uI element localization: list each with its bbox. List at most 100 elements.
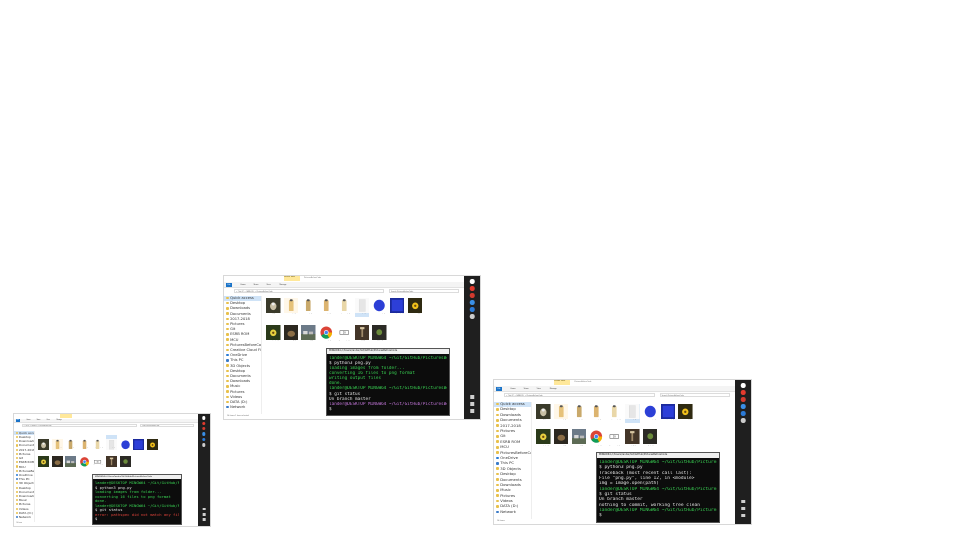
file-thumbnail[interactable]: blue-square.png <box>660 404 676 423</box>
taskbar-app-icon[interactable] <box>469 307 475 312</box>
ribbon-tab-share[interactable]: Share <box>35 419 41 422</box>
ribbon-tab-view[interactable]: View <box>535 387 542 391</box>
taskbar-app-icon[interactable] <box>740 390 746 395</box>
file-thumbnail[interactable]: lamp.jpg <box>354 325 369 344</box>
taskbar-app-icon[interactable] <box>202 427 206 431</box>
ribbon-tab-view[interactable]: View <box>45 419 50 422</box>
file-thumbnail[interactable]: sign.png <box>642 429 658 448</box>
ribbon-tab-file[interactable]: File <box>226 283 232 287</box>
file-thumbnail[interactable]: blank.png <box>354 298 369 317</box>
file-thumbnail[interactable]: blank.png <box>624 404 640 424</box>
taskbar-app-icon[interactable] <box>202 421 206 426</box>
taskbar-app-icon[interactable] <box>469 293 475 298</box>
file-thumbnail[interactable]: IO greenbox.png <box>336 325 352 344</box>
taskbar-tray-icon[interactable] <box>741 499 745 504</box>
file-thumbnail[interactable]: builder.png <box>589 404 604 423</box>
search-input[interactable]: Search PicturesBeforeCode <box>140 423 194 428</box>
file-thumbnail[interactable]: bear.png <box>65 435 77 450</box>
terminal-window[interactable]: MINGW64:/c/Users/lander/Git/GitHub/Pictu… <box>596 452 720 523</box>
file-thumbnail[interactable]: blue-circle.png <box>119 435 131 450</box>
search-input[interactable]: Search PicturesBeforeCode <box>659 393 730 398</box>
ribbon-tab-manage[interactable]: Manage <box>55 419 63 422</box>
picture-tools-tab[interactable]: Picture Tools <box>284 276 300 281</box>
file-thumbnail[interactable]: lamp.jpg <box>624 429 640 448</box>
ribbon-tab-file[interactable]: File <box>15 419 21 423</box>
file-thumbnail[interactable]: lamp.jpg <box>105 452 118 467</box>
taskbar-app-icon[interactable] <box>202 432 206 436</box>
taskbar-tray-icon[interactable] <box>470 409 474 413</box>
ribbon-tab-home[interactable]: Home <box>509 387 517 391</box>
file-thumbnail[interactable]: fakepicture.png <box>92 435 104 450</box>
taskbar-app-icon[interactable] <box>469 279 475 284</box>
file-thumbnail[interactable]: houses.jpg <box>65 452 77 467</box>
file-thumbnail[interactable]: IO greenbox.png <box>607 429 622 448</box>
file-thumbnail[interactable]: Batman.png <box>283 298 299 317</box>
nav-item[interactable]: Network <box>224 405 261 410</box>
file-thumbnail[interactable]: houses.jpg <box>571 429 587 448</box>
file-thumbnail[interactable]: Batman.png <box>553 404 569 423</box>
taskbar-tray-icon[interactable] <box>202 512 206 516</box>
ribbon-tab-home[interactable]: Home <box>25 419 31 422</box>
ribbon-tab-home[interactable]: Home <box>239 283 247 287</box>
file-thumbnail[interactable]: flowerpic.png <box>266 325 281 344</box>
file-thumbnail[interactable]: blank.png <box>105 435 118 450</box>
taskbar-app-icon[interactable] <box>740 397 746 402</box>
file-thumbnail[interactable]: 1.jpg <box>38 435 50 450</box>
ribbon-tab-file[interactable]: File <box>496 387 502 392</box>
terminal-window[interactable]: MINGW64:/c/Users/lander/Git/GitHub/Pictu… <box>326 348 450 416</box>
taskbar-tray-icon[interactable] <box>741 506 745 511</box>
taskbar-tray-icon[interactable] <box>202 507 206 511</box>
file-thumbnail[interactable]: blue-circle.png <box>642 404 658 423</box>
taskbar-tray-icon[interactable] <box>202 518 206 522</box>
file-thumbnail[interactable]: Hamster.jpg <box>553 429 569 448</box>
ribbon-tab-manage[interactable]: Manage <box>278 283 288 287</box>
nav-item[interactable]: Network <box>494 510 531 515</box>
file-thumbnail[interactable]: 1.jpg <box>536 404 551 423</box>
taskbar-app-icon[interactable] <box>202 437 206 442</box>
file-thumbnail[interactable]: flowerpic.png <box>536 429 551 448</box>
taskbar-app-icon[interactable] <box>469 314 475 319</box>
file-thumbnail[interactable]: Hamster.jpg <box>51 452 63 467</box>
address-bar[interactable]: > This PC > DATA (D:) > PicturesBeforeCo… <box>504 393 655 398</box>
taskbar-tray-icon[interactable] <box>470 402 474 406</box>
file-thumbnail[interactable]: Hamster.jpg <box>283 325 299 344</box>
taskbar-app-icon[interactable] <box>202 443 206 447</box>
picture-tools-tab[interactable]: Picture Tools <box>59 414 73 418</box>
file-thumbnail[interactable]: builder.png <box>78 435 90 450</box>
file-thumbnail[interactable]: flower-sun.jpg <box>407 298 423 317</box>
file-thumbnail[interactable]: 1.jpg <box>266 298 281 317</box>
file-thumbnail[interactable]: Batman.png <box>51 435 63 450</box>
ribbon-tab-share[interactable]: Share <box>522 387 530 391</box>
taskbar-app-icon[interactable] <box>740 383 746 388</box>
taskbar-app-icon[interactable] <box>740 418 746 423</box>
file-thumbnail[interactable]: houses.jpg <box>301 325 316 344</box>
address-bar[interactable]: > This PC > DATA (D:) > PicturesBeforeCo… <box>234 289 384 293</box>
file-thumbnail[interactable]: flowerpic.png <box>38 452 50 467</box>
picture-tools-tab[interactable]: Picture Tools <box>554 380 571 386</box>
file-thumbnail[interactable]: fakepicture.png <box>336 298 352 317</box>
file-thumbnail[interactable]: chrome.png <box>589 429 604 448</box>
file-thumbnail[interactable]: flower-sun.jpg <box>146 435 158 450</box>
taskbar-app-icon[interactable] <box>469 286 475 291</box>
file-thumbnail[interactable]: bear.png <box>301 298 316 317</box>
terminal-window[interactable]: MINGW64:/c/Users/lander/Git/GitHub/Pictu… <box>92 474 182 525</box>
file-thumbnail[interactable]: flower-sun.jpg <box>678 404 693 423</box>
search-input[interactable]: Search PicturesBeforeCode <box>389 289 459 293</box>
file-thumbnail[interactable]: chrome.png <box>319 325 334 344</box>
file-thumbnail[interactable]: blue-square.png <box>133 435 145 450</box>
taskbar-tray-icon[interactable] <box>470 395 474 399</box>
taskbar-app-icon[interactable] <box>740 404 746 409</box>
file-thumbnail[interactable]: fakepicture.png <box>607 404 622 423</box>
nav-item[interactable]: Network <box>14 515 34 519</box>
taskbar-app-icon[interactable] <box>469 300 475 305</box>
file-thumbnail[interactable]: blue-circle.png <box>372 298 387 317</box>
file-thumbnail[interactable]: builder.png <box>319 298 334 317</box>
file-thumbnail[interactable]: blue-square.png <box>389 298 405 317</box>
file-thumbnail[interactable]: sign.png <box>372 325 387 344</box>
ribbon-tab-manage[interactable]: Manage <box>548 387 558 391</box>
ribbon-tab-share[interactable]: Share <box>252 283 260 287</box>
taskbar-app-icon[interactable] <box>740 411 746 416</box>
taskbar-tray-icon[interactable] <box>741 513 745 518</box>
file-thumbnail[interactable]: sign.png <box>119 452 131 467</box>
file-thumbnail[interactable]: bear.png <box>571 404 587 423</box>
